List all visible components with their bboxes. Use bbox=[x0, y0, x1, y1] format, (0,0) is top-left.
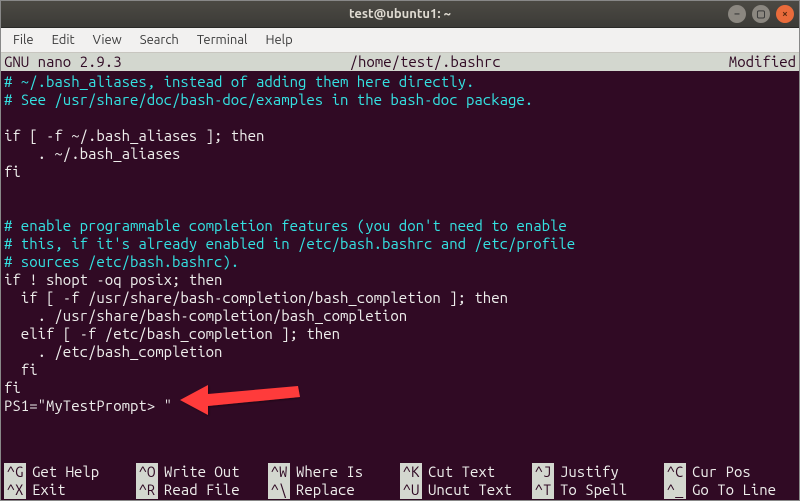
shortcut-key: ^W bbox=[268, 463, 290, 481]
shortcut-key: ^\ bbox=[268, 481, 290, 499]
shortcut-item: ^OWrite Out bbox=[136, 463, 268, 481]
shortcut-key: ^_ bbox=[664, 481, 686, 499]
line-text: fi bbox=[4, 361, 38, 378]
editor-line[interactable] bbox=[4, 181, 796, 199]
shortcut-label: Where Is bbox=[290, 463, 363, 481]
editor-line[interactable]: if [ -f /usr/share/bash-completion/bash_… bbox=[4, 289, 796, 307]
line-text: fi bbox=[4, 163, 21, 180]
shortcut-item: ^GGet Help bbox=[4, 463, 136, 481]
editor-line[interactable]: . /etc/bash_completion bbox=[4, 343, 796, 361]
shortcut-label: Read File bbox=[158, 481, 240, 499]
editor-line[interactable]: # See /usr/share/doc/bash-doc/examples i… bbox=[4, 91, 796, 109]
line-text: # See /usr/share/doc/bash-doc/examples i… bbox=[4, 91, 533, 108]
editor-line[interactable] bbox=[4, 109, 796, 127]
titlebar: test@ubuntu1: ~ – ▢ × bbox=[0, 0, 800, 28]
editor-line[interactable]: . ~/.bash_aliases bbox=[4, 145, 796, 163]
shortcut-label: Cut Text bbox=[422, 463, 495, 481]
shortcut-label: Go To Line bbox=[686, 481, 776, 499]
close-button[interactable]: × bbox=[776, 5, 794, 23]
shortcut-item: ^CCur Pos bbox=[664, 463, 796, 481]
shortcut-label: Replace bbox=[290, 481, 355, 499]
nano-filepath: /home/test/.bashrc bbox=[122, 53, 729, 71]
editor-line[interactable]: # enable programmable completion feature… bbox=[4, 217, 796, 235]
line-text: . /usr/share/bash-completion/bash_comple… bbox=[4, 307, 407, 324]
editor-line[interactable]: # this, if it's already enabled in /etc/… bbox=[4, 235, 796, 253]
shortcut-label: Exit bbox=[26, 481, 66, 499]
line-text: # enable programmable completion feature… bbox=[4, 217, 567, 234]
minimize-button[interactable]: – bbox=[728, 5, 746, 23]
shortcut-key: ^R bbox=[136, 481, 158, 499]
shortcut-label: Justify bbox=[554, 463, 619, 481]
shortcut-key: ^K bbox=[400, 463, 422, 481]
shortcut-key: ^T bbox=[532, 481, 554, 499]
editor-line[interactable]: fi bbox=[4, 163, 796, 181]
shortcut-key: ^C bbox=[664, 463, 686, 481]
editor-line[interactable]: fi bbox=[4, 379, 796, 397]
editor-line[interactable]: # ~/.bash_aliases, instead of adding the… bbox=[4, 73, 796, 91]
shortcut-item: ^\Replace bbox=[268, 481, 400, 499]
line-text: fi bbox=[4, 379, 21, 396]
nano-shortcut-bar: ^GGet Help^OWrite Out^WWhere Is^KCut Tex… bbox=[0, 463, 800, 501]
line-text: # this, if it's already enabled in /etc/… bbox=[4, 235, 575, 252]
editor-line[interactable] bbox=[4, 199, 796, 217]
nano-header: GNU nano 2.9.3 /home/test/.bashrc Modifi… bbox=[0, 53, 800, 71]
nano-app-name: GNU nano 2.9.3 bbox=[4, 53, 122, 71]
shortcut-item: ^WWhere Is bbox=[268, 463, 400, 481]
menu-view[interactable]: View bbox=[84, 30, 131, 50]
terminal-area[interactable]: GNU nano 2.9.3 /home/test/.bashrc Modifi… bbox=[0, 53, 800, 501]
line-text: . ~/.bash_aliases bbox=[4, 145, 180, 162]
line-text: # sources /etc/bash.bashrc). bbox=[4, 253, 239, 270]
editor-line[interactable]: if [ -f ~/.bash_aliases ]; then bbox=[4, 127, 796, 145]
menu-file[interactable]: File bbox=[4, 30, 43, 50]
shortcut-label: Uncut Text bbox=[422, 481, 512, 499]
shortcut-label: To Spell bbox=[554, 481, 627, 499]
menu-edit[interactable]: Edit bbox=[43, 30, 84, 50]
shortcut-label: Get Help bbox=[26, 463, 99, 481]
shortcut-key: ^G bbox=[4, 463, 26, 481]
shortcut-item: ^RRead File bbox=[136, 481, 268, 499]
line-text: if [ -f /usr/share/bash-completion/bash_… bbox=[4, 289, 508, 306]
shortcut-label: Cur Pos bbox=[686, 463, 751, 481]
menubar: File Edit View Search Terminal Help bbox=[0, 28, 800, 53]
shortcut-key: ^U bbox=[400, 481, 422, 499]
shortcut-key: ^X bbox=[4, 481, 26, 499]
window-controls: – ▢ × bbox=[728, 5, 794, 23]
line-text: PS1="MyTestPrompt> " bbox=[4, 397, 172, 414]
shortcut-label: Write Out bbox=[158, 463, 240, 481]
menu-terminal[interactable]: Terminal bbox=[188, 30, 257, 50]
shortcut-item: ^TTo Spell bbox=[532, 481, 664, 499]
shortcut-item: ^KCut Text bbox=[400, 463, 532, 481]
line-text: if ! shopt -oq posix; then bbox=[4, 271, 222, 288]
maximize-button[interactable]: ▢ bbox=[752, 5, 770, 23]
line-text: # ~/.bash_aliases, instead of adding the… bbox=[4, 73, 474, 90]
shortcut-item: ^XExit bbox=[4, 481, 136, 499]
editor-body[interactable]: # ~/.bash_aliases, instead of adding the… bbox=[0, 71, 800, 415]
shortcut-key: ^J bbox=[532, 463, 554, 481]
menu-help[interactable]: Help bbox=[256, 30, 301, 50]
shortcut-item: ^JJustify bbox=[532, 463, 664, 481]
editor-line[interactable]: fi bbox=[4, 361, 796, 379]
menu-search[interactable]: Search bbox=[131, 30, 188, 50]
line-text: if [ -f ~/.bash_aliases ]; then bbox=[4, 127, 264, 144]
editor-line[interactable]: if ! shopt -oq posix; then bbox=[4, 271, 796, 289]
editor-line[interactable]: # sources /etc/bash.bashrc). bbox=[4, 253, 796, 271]
line-text: . /etc/bash_completion bbox=[4, 343, 222, 360]
shortcut-item: ^_Go To Line bbox=[664, 481, 796, 499]
nano-status: Modified bbox=[729, 53, 796, 71]
editor-line[interactable]: . /usr/share/bash-completion/bash_comple… bbox=[4, 307, 796, 325]
line-text: elif [ -f /etc/bash_completion ]; then bbox=[4, 325, 340, 342]
editor-line[interactable]: PS1="MyTestPrompt> " bbox=[4, 397, 796, 415]
window-title: test@ubuntu1: ~ bbox=[349, 7, 451, 21]
editor-line[interactable]: elif [ -f /etc/bash_completion ]; then bbox=[4, 325, 796, 343]
shortcut-item: ^UUncut Text bbox=[400, 481, 532, 499]
shortcut-key: ^O bbox=[136, 463, 158, 481]
